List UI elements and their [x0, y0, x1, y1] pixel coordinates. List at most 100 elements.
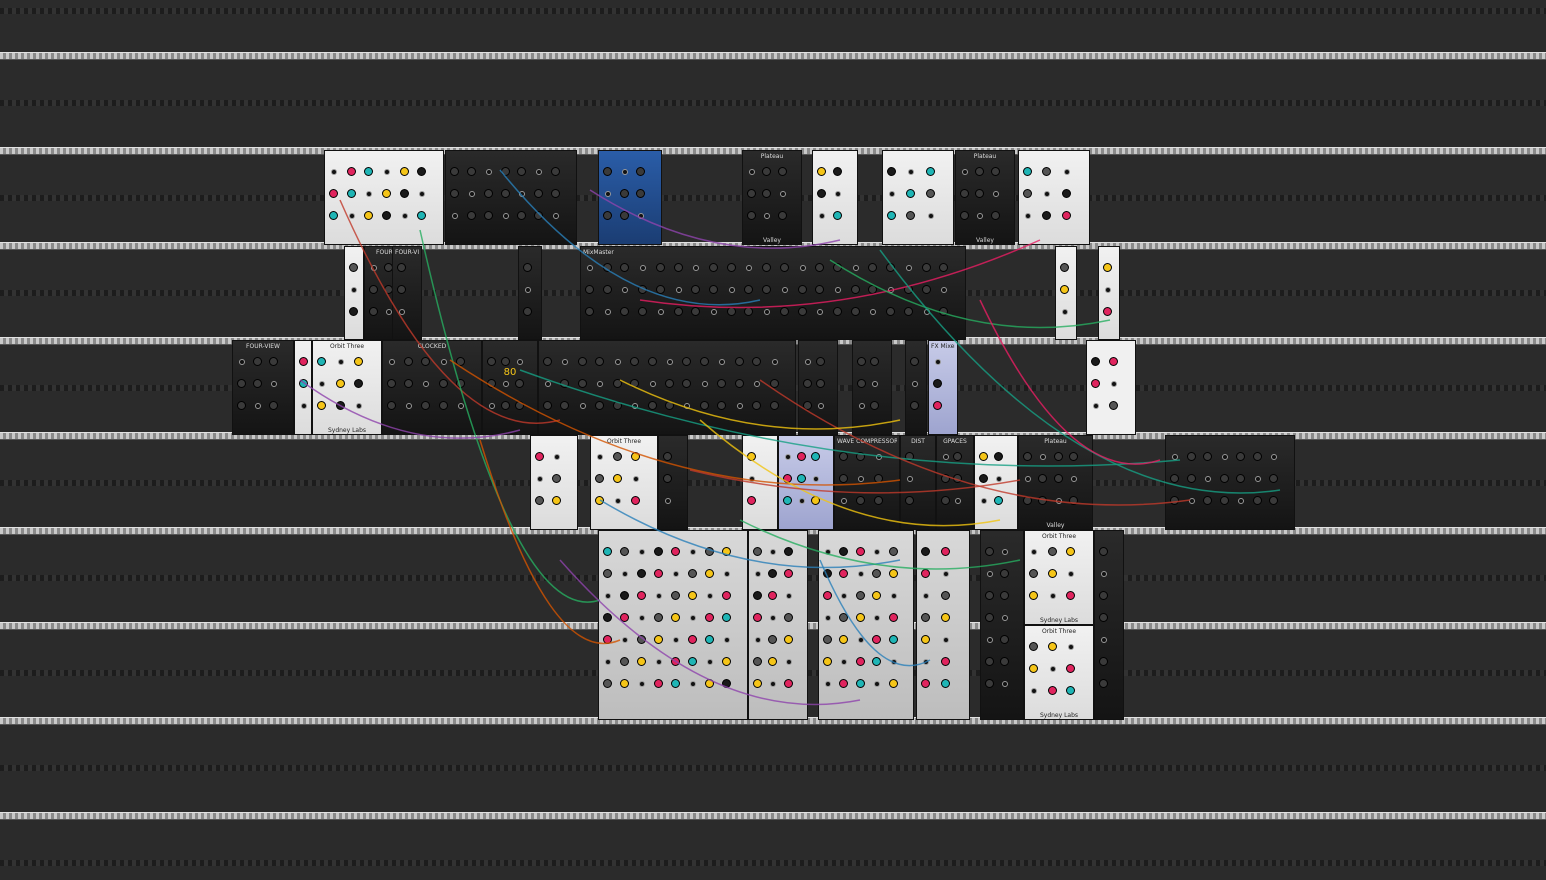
- jack-port[interactable]: [452, 213, 458, 219]
- jack-port[interactable]: [633, 476, 639, 482]
- jack-port[interactable]: [724, 637, 730, 643]
- jack-port[interactable]: [874, 681, 881, 687]
- knob[interactable]: [487, 357, 496, 366]
- knob[interactable]: [421, 401, 431, 410]
- dual-vco-module-3[interactable]: [905, 340, 927, 435]
- knob[interactable]: [985, 613, 994, 622]
- jack-port[interactable]: [785, 454, 791, 460]
- knob[interactable]: [654, 547, 663, 556]
- knob[interactable]: [839, 569, 849, 578]
- knob[interactable]: [455, 357, 465, 366]
- jack-port[interactable]: [888, 287, 895, 293]
- jack-port[interactable]: [825, 681, 831, 687]
- knob[interactable]: [887, 211, 896, 220]
- knob[interactable]: [994, 452, 1003, 461]
- knob[interactable]: [752, 357, 762, 366]
- jack-port[interactable]: [1002, 615, 1008, 621]
- knob[interactable]: [637, 635, 646, 644]
- knob[interactable]: [857, 357, 866, 366]
- knob[interactable]: [1029, 591, 1038, 600]
- jack-port[interactable]: [553, 213, 560, 219]
- knob[interactable]: [1269, 496, 1279, 505]
- knob[interactable]: [253, 357, 262, 366]
- knob[interactable]: [364, 211, 374, 220]
- jack-port[interactable]: [841, 659, 848, 665]
- knob[interactable]: [1066, 664, 1076, 673]
- knob[interactable]: [833, 263, 842, 272]
- knob[interactable]: [762, 167, 772, 176]
- knob[interactable]: [1103, 307, 1112, 316]
- knob[interactable]: [855, 613, 865, 622]
- knob[interactable]: [404, 379, 414, 388]
- knob[interactable]: [1000, 591, 1009, 600]
- knob[interactable]: [317, 401, 326, 410]
- jack-port[interactable]: [870, 309, 877, 315]
- jack-port[interactable]: [632, 403, 639, 409]
- jack-port[interactable]: [755, 571, 761, 577]
- knob[interactable]: [438, 401, 448, 410]
- knob[interactable]: [603, 547, 612, 556]
- jack-port[interactable]: [1271, 454, 1278, 460]
- four-view-module-3[interactable]: FOUR-VIEW: [232, 340, 294, 435]
- jack-port[interactable]: [385, 309, 392, 315]
- knob[interactable]: [777, 211, 787, 220]
- knob[interactable]: [941, 657, 950, 666]
- knob[interactable]: [850, 285, 860, 294]
- knob[interactable]: [501, 357, 510, 366]
- jack-port[interactable]: [819, 213, 825, 219]
- orbit-three-module-3[interactable]: Orbit Three Sydney Labs: [1024, 530, 1094, 625]
- knob[interactable]: [382, 211, 391, 220]
- jack-port[interactable]: [817, 309, 824, 315]
- knob[interactable]: [1203, 496, 1213, 505]
- knob[interactable]: [631, 496, 640, 505]
- knob[interactable]: [399, 189, 409, 198]
- knob[interactable]: [417, 211, 427, 220]
- knob[interactable]: [705, 613, 714, 622]
- knob[interactable]: [975, 167, 985, 176]
- jack-port[interactable]: [485, 169, 492, 175]
- jack-port[interactable]: [799, 265, 806, 271]
- knob[interactable]: [1023, 167, 1032, 176]
- jack-port[interactable]: [622, 637, 628, 643]
- knob[interactable]: [925, 189, 935, 198]
- jack-port[interactable]: [656, 593, 662, 599]
- jack-port[interactable]: [981, 498, 987, 504]
- knob[interactable]: [833, 167, 842, 176]
- knob[interactable]: [673, 263, 683, 272]
- knob[interactable]: [585, 285, 594, 294]
- knob[interactable]: [839, 547, 849, 556]
- jack-port[interactable]: [908, 169, 915, 175]
- knob[interactable]: [768, 635, 778, 644]
- knob[interactable]: [753, 657, 762, 666]
- knob[interactable]: [823, 569, 832, 578]
- jack-port[interactable]: [389, 359, 395, 365]
- knob[interactable]: [722, 657, 731, 666]
- knob[interactable]: [769, 379, 779, 388]
- knob[interactable]: [888, 679, 898, 688]
- plateau-module-1[interactable]: Plateau Valley: [742, 150, 802, 245]
- jack-port[interactable]: [707, 593, 713, 599]
- knob[interactable]: [1023, 452, 1032, 461]
- knob[interactable]: [602, 285, 612, 294]
- knob[interactable]: [665, 379, 674, 388]
- knob[interactable]: [349, 263, 358, 272]
- jack-port[interactable]: [935, 359, 941, 365]
- jack-port[interactable]: [835, 191, 841, 197]
- knob[interactable]: [1091, 379, 1100, 388]
- knob[interactable]: [673, 307, 683, 316]
- jack-port[interactable]: [517, 359, 523, 365]
- util-module-b[interactable]: [1098, 246, 1120, 340]
- jack-port[interactable]: [519, 191, 526, 197]
- dual-vco-module-2[interactable]: [852, 340, 892, 435]
- knob[interactable]: [637, 569, 646, 578]
- knob[interactable]: [888, 547, 898, 556]
- knob[interactable]: [397, 263, 406, 272]
- knob[interactable]: [417, 167, 427, 176]
- knob[interactable]: [500, 167, 510, 176]
- jack-port[interactable]: [754, 381, 761, 387]
- plateau-module-2[interactable]: Plateau Valley: [955, 150, 1015, 245]
- knob[interactable]: [1203, 452, 1213, 461]
- knob[interactable]: [1170, 474, 1179, 483]
- jack-port[interactable]: [693, 265, 700, 271]
- jack-port[interactable]: [755, 637, 761, 643]
